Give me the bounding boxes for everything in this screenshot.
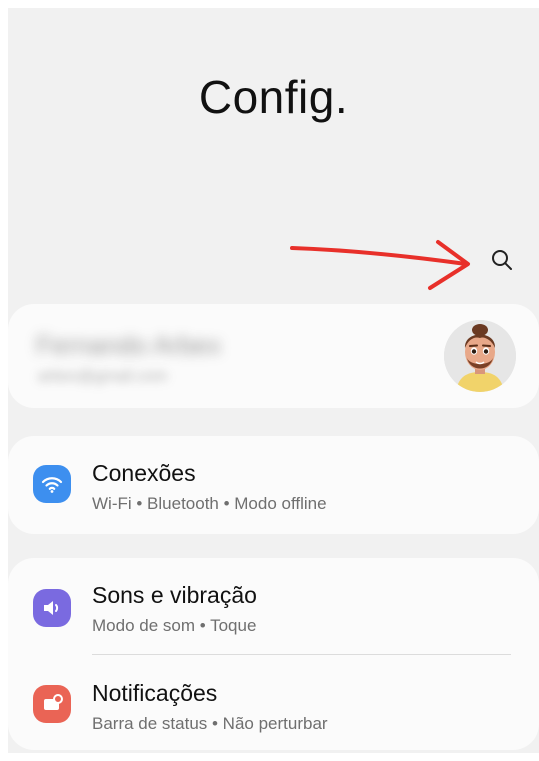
settings-item-title: Notificações (92, 680, 218, 706)
settings-item-notifications[interactable]: Notificações Barra de status • Não pertu… (8, 658, 539, 748)
settings-item-subtitle: Barra de status • Não perturbar (92, 714, 328, 733)
sounds-notifications-card: Sons e vibração Modo de som • Toque Noti… (8, 558, 539, 750)
avatar[interactable] (444, 320, 516, 392)
settings-item-sounds[interactable]: Sons e vibração Modo de som • Toque (8, 562, 539, 652)
settings-item-connections[interactable]: Conexões Wi-Fi • Bluetooth • Modo offlin… (8, 440, 539, 530)
notification-icon-badge (33, 685, 71, 723)
settings-item-title: Sons e vibração (92, 582, 257, 608)
notification-icon (44, 694, 63, 710)
sound-icon (44, 601, 59, 615)
divider (92, 654, 511, 655)
connections-card: Conexões Wi-Fi • Bluetooth • Modo offlin… (8, 436, 539, 534)
account-card[interactable]: Fernando Arbex arbex@gmail.com (8, 304, 539, 408)
settings-item-subtitle: Wi-Fi • Bluetooth • Modo offline (92, 494, 327, 513)
search-icon (492, 250, 512, 270)
settings-item-title: Conexões (92, 460, 196, 486)
settings-screen: Config. Fernando Arbex arbex@gmail.com C… (8, 8, 539, 753)
memoji-avatar-icon (444, 320, 516, 392)
search-button[interactable] (482, 240, 522, 280)
sound-icon-badge (33, 589, 71, 627)
wifi-icon-badge (33, 465, 71, 503)
red-arrow-icon (290, 240, 470, 290)
account-email: arbex@gmail.com (38, 368, 168, 385)
settings-item-subtitle: Modo de som • Toque (92, 616, 257, 635)
page-title: Config. (198, 71, 349, 123)
account-name: Fernando Arbex (36, 330, 222, 360)
wifi-icon (41, 477, 63, 493)
